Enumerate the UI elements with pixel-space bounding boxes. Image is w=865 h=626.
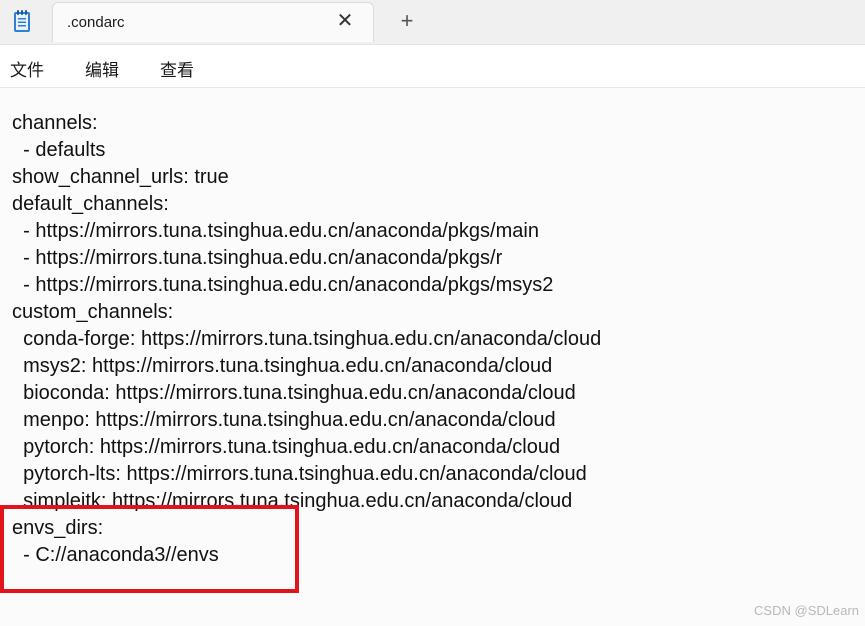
code-line: - https://mirrors.tuna.tsinghua.edu.cn/a…: [12, 247, 503, 269]
editor-content: channels: - defaults show_channel_urls: …: [12, 110, 601, 569]
menu-file[interactable]: 文件: [10, 56, 44, 81]
code-line: show_channel_urls: true: [12, 166, 229, 188]
code-line: pytorch-lts: https://mirrors.tuna.tsingh…: [12, 463, 587, 485]
code-line: default_channels:: [12, 193, 169, 215]
code-line: menpo: https://mirrors.tuna.tsinghua.edu…: [12, 409, 556, 431]
code-line: envs_dirs:: [12, 517, 104, 539]
code-line: pytorch: https://mirrors.tuna.tsinghua.e…: [12, 436, 561, 458]
code-line: msys2: https://mirrors.tuna.tsinghua.edu…: [12, 355, 553, 377]
title-bar: .condarc ✕ +: [0, 0, 865, 45]
code-line: bioconda: https://mirrors.tuna.tsinghua.…: [12, 382, 576, 404]
text-editor[interactable]: channels: - defaults show_channel_urls: …: [0, 88, 865, 626]
code-line: - https://mirrors.tuna.tsinghua.edu.cn/a…: [12, 220, 539, 242]
code-line: channels:: [12, 112, 98, 134]
tab-condarc[interactable]: .condarc ✕: [52, 2, 374, 42]
close-icon[interactable]: ✕: [335, 11, 355, 31]
code-line: - C://anaconda3//envs: [12, 544, 219, 566]
code-line: custom_channels:: [12, 301, 174, 323]
notepad-window: .condarc ✕ + 文件 编辑 查看 channels: - defaul…: [0, 0, 865, 626]
watermark: CSDN @SDLearn: [754, 603, 859, 618]
notepad-icon: [12, 9, 32, 33]
code-line: - https://mirrors.tuna.tsinghua.edu.cn/a…: [12, 274, 554, 296]
code-line: - defaults: [12, 139, 106, 161]
menu-edit[interactable]: 编辑: [85, 56, 119, 81]
code-line: conda-forge: https://mirrors.tuna.tsingh…: [12, 328, 602, 350]
menu-view[interactable]: 查看: [160, 56, 194, 81]
plus-icon[interactable]: +: [396, 10, 418, 32]
menu-bar: 文件 编辑 查看: [0, 45, 865, 88]
tab-title: .condarc: [67, 14, 125, 31]
code-line: simpleitk: https://mirrors.tuna.tsinghua…: [12, 490, 573, 512]
